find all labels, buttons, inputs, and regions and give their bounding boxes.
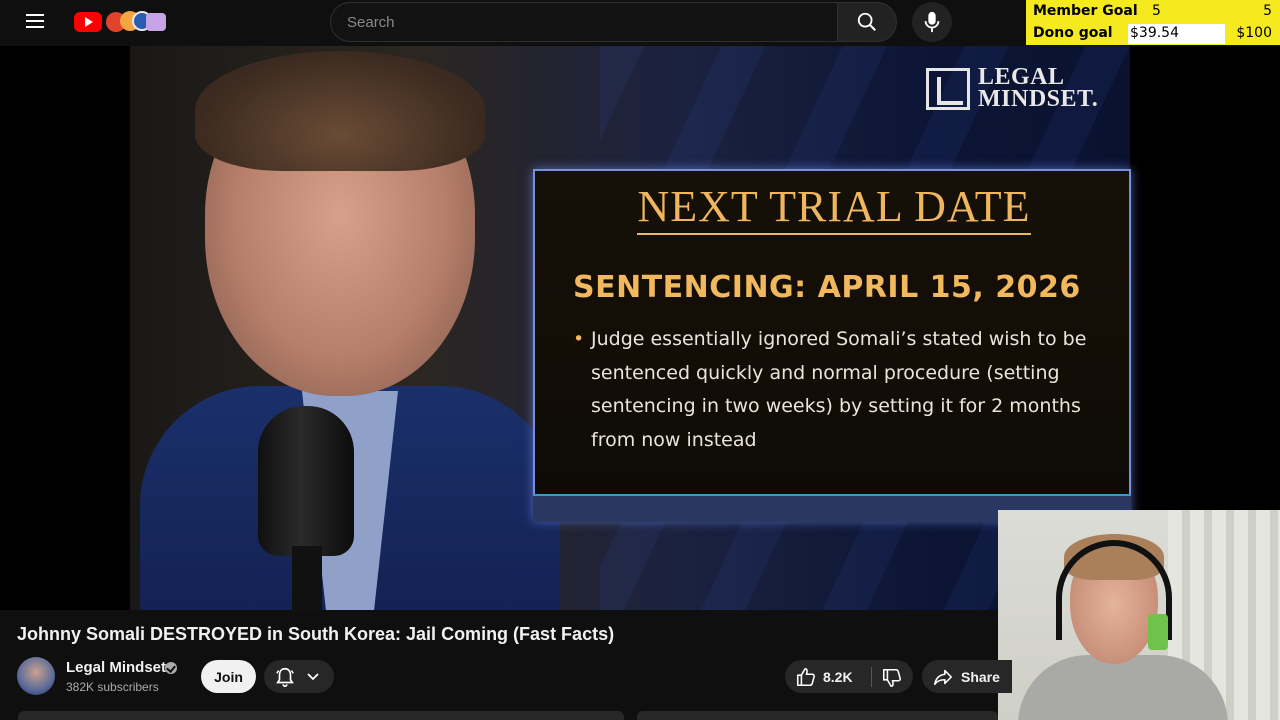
slide-bullet: • Judge essentially ignored Somali’s sta… — [571, 323, 1111, 457]
slide-title-wrap: NEXT TRIAL DATE — [535, 181, 1133, 235]
search-button[interactable] — [837, 2, 897, 42]
microphone-stand — [292, 546, 322, 610]
info-slide: NEXT TRIAL DATE SENTENCING: APRIL 15, 20… — [533, 169, 1131, 521]
headset-light — [1148, 614, 1168, 650]
lm-logo-icon — [926, 68, 970, 110]
stream-goals-overlay: Member Goal 5 5 Dono goal $39.54 $100 — [1026, 0, 1280, 45]
dono-goal-row: Dono goal $39.54 $100 — [1026, 23, 1280, 45]
slide-title: NEXT TRIAL DATE — [637, 182, 1031, 235]
share-label: Share — [961, 669, 1000, 685]
chips-bar-edge — [637, 711, 998, 720]
member-goal-current: 5 — [1152, 3, 1161, 19]
legal-mindset-logo: LEGAL MINDSET. — [926, 64, 1116, 114]
subscriber-count: 382K subscribers — [66, 680, 159, 694]
member-goal-row: Member Goal 5 5 — [1026, 1, 1280, 23]
verified-check-icon — [165, 662, 177, 674]
like-count: 8.2K — [823, 669, 853, 685]
subscription-bell-button[interactable] — [264, 660, 334, 693]
dono-goal-max: $100 — [1236, 25, 1272, 41]
bell-icon — [276, 667, 294, 687]
video-title: Johnny Somali DESTROYED in South Korea: … — [17, 624, 615, 644]
member-goal-label: Member Goal — [1033, 3, 1138, 19]
logo-line-1: LEGAL — [978, 64, 1065, 90]
slide-bullet-text: Judge essentially ignored Somali’s state… — [591, 328, 1087, 451]
streamer-webcam — [998, 510, 1280, 720]
logo-wordmark: LEGAL MINDSET. — [978, 64, 1099, 112]
search-input[interactable] — [331, 3, 837, 41]
member-goal-max: 5 — [1263, 3, 1272, 19]
youtube-logo-icon[interactable] — [72, 9, 168, 35]
podcast-microphone — [258, 406, 354, 556]
slide-heading: SENTENCING: APRIL 15, 2026 — [573, 270, 1081, 305]
share-arrow-icon — [933, 669, 953, 686]
dono-goal-current: $39.54 — [1130, 25, 1179, 41]
logo-line-2: MINDSET. — [978, 86, 1099, 112]
like-button[interactable]: 8.2K — [785, 660, 869, 693]
dislike-button[interactable] — [872, 660, 913, 693]
chevron-down-icon — [307, 673, 319, 681]
channel-avatar[interactable] — [17, 657, 55, 695]
dono-goal-label: Dono goal — [1033, 25, 1113, 41]
microphone-icon — [924, 11, 940, 33]
search-icon — [857, 12, 876, 31]
like-dislike-group: 8.2K — [785, 660, 913, 693]
description-box-edge — [18, 711, 624, 720]
bullet-dot-icon: • — [573, 328, 585, 350]
thumbs-down-icon — [882, 668, 901, 688]
host-hair — [195, 51, 485, 171]
menu-icon[interactable] — [22, 10, 50, 34]
share-button[interactable]: Share — [922, 660, 1012, 693]
youtube-watch-page: Member Goal 5 5 Dono goal $39.54 $100 LE… — [0, 0, 1280, 720]
thumbs-up-icon — [796, 667, 815, 687]
search-box — [330, 2, 838, 42]
channel-name[interactable]: Legal Mindset — [66, 659, 166, 676]
voice-search-button[interactable] — [912, 2, 952, 42]
join-button[interactable]: Join — [201, 660, 256, 693]
